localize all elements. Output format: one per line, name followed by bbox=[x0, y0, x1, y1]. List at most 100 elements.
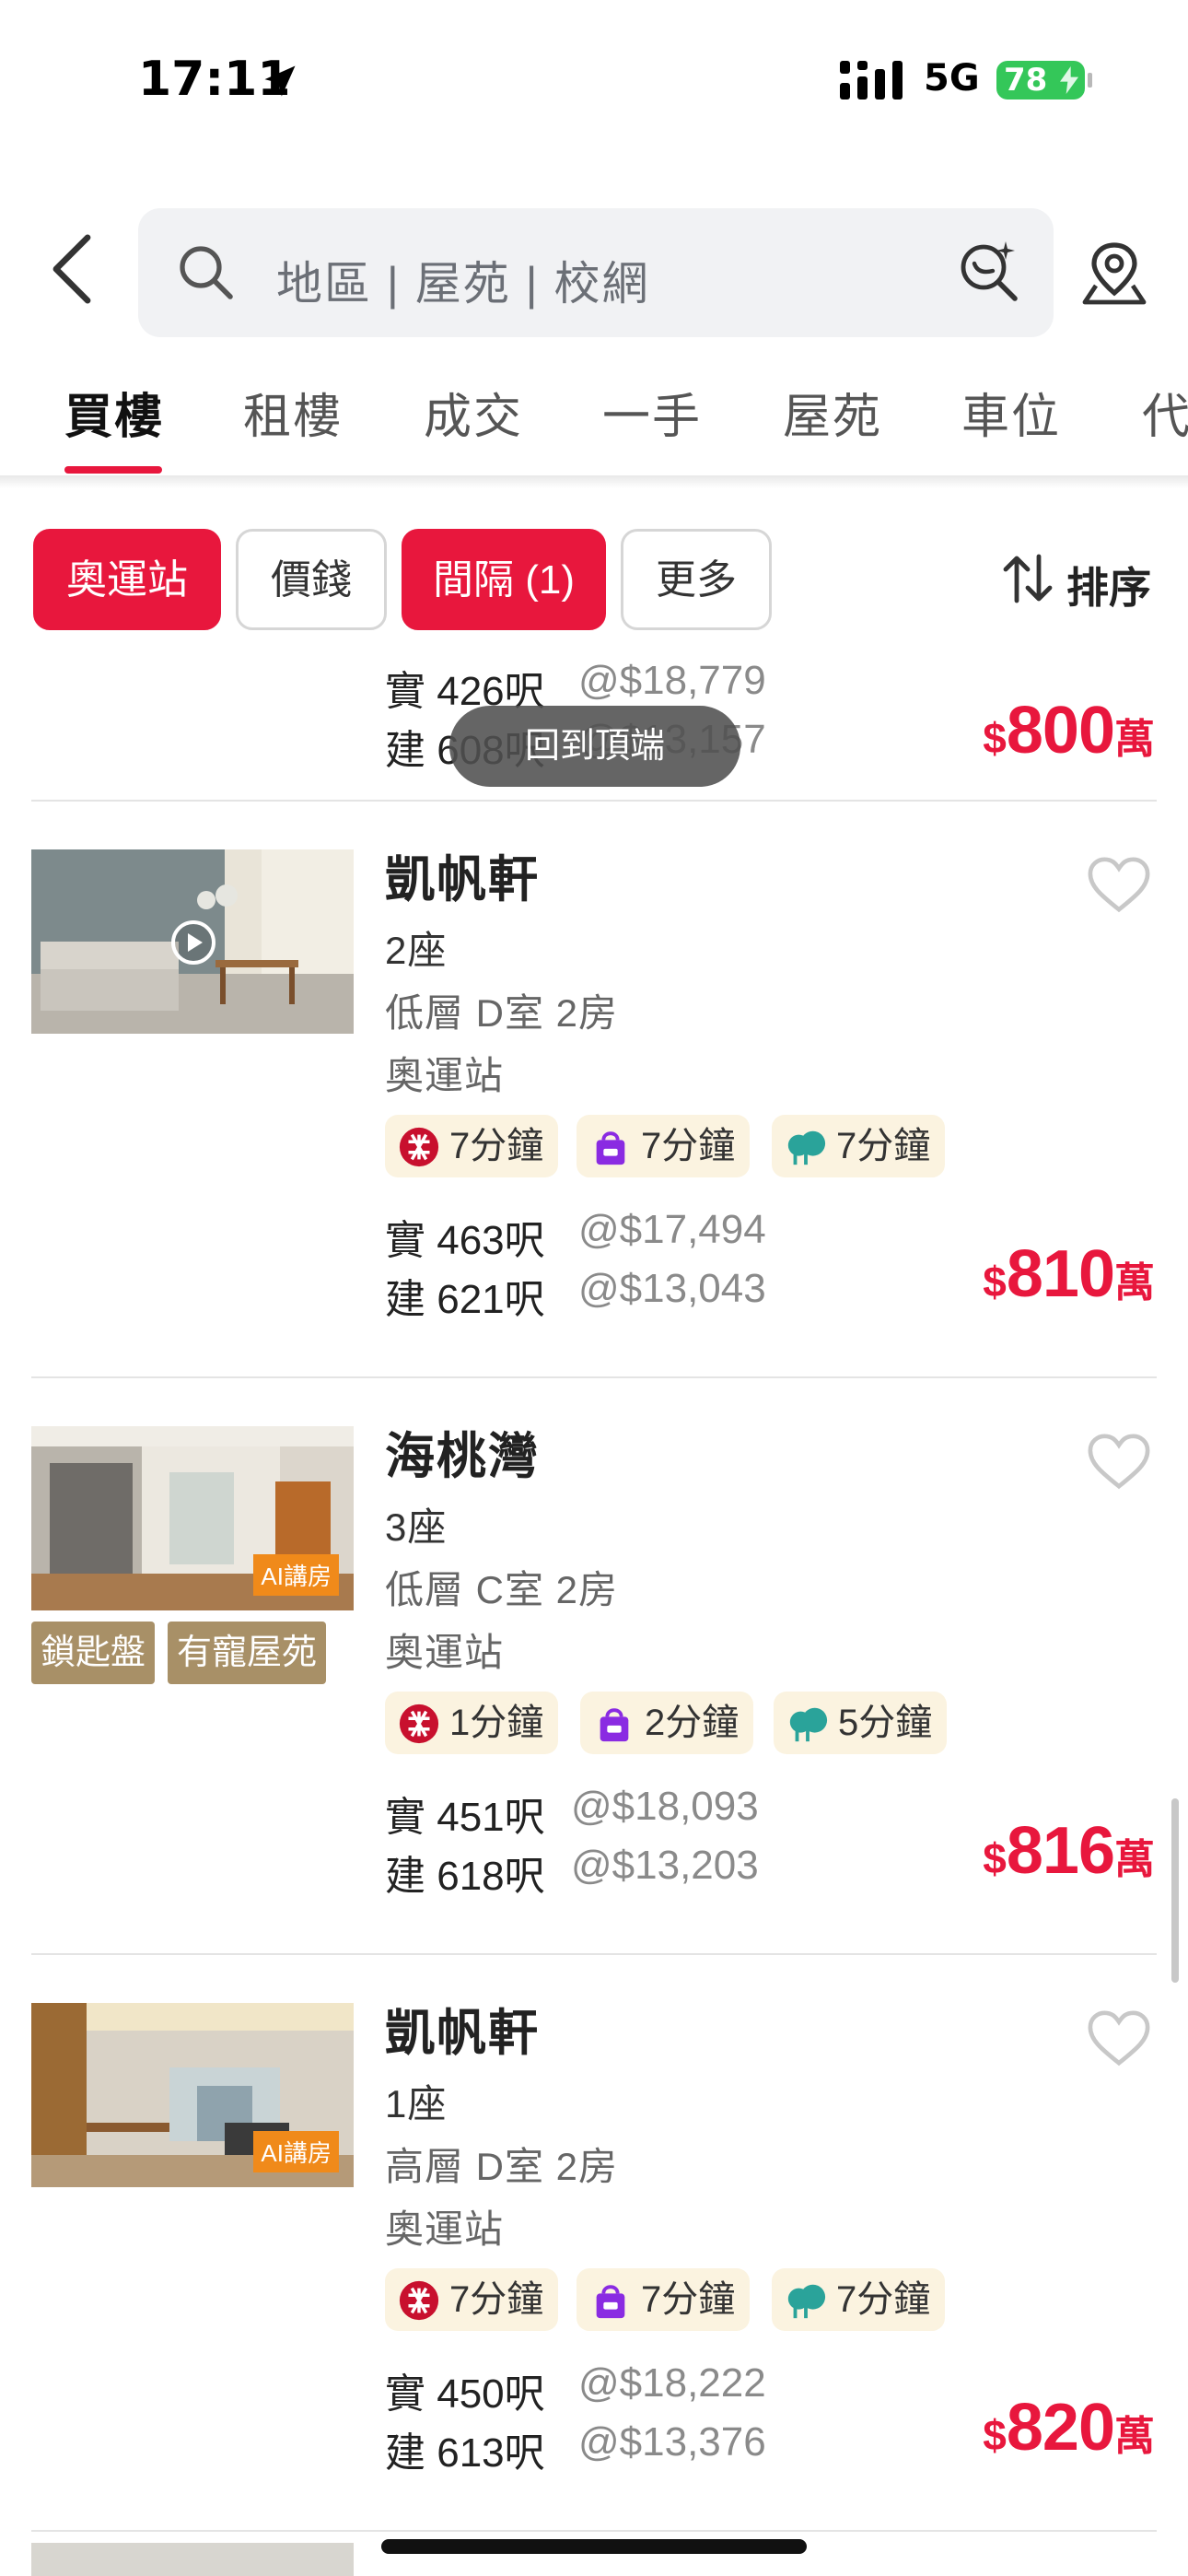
ai-search-icon[interactable] bbox=[956, 238, 1022, 304]
saleable-price-per-foot: @$18,093 bbox=[571, 1784, 759, 1829]
tab-more-partial[interactable]: 代 bbox=[1142, 378, 1188, 447]
saleable-area: 實 451呎 bbox=[385, 1795, 545, 1840]
gross-area: 建 613呎 bbox=[385, 2430, 545, 2476]
listing-price: $816萬 bbox=[983, 1813, 1155, 1889]
gross-area: 建 621呎 bbox=[385, 1277, 545, 1322]
tag-pet-friendly: 有寵屋苑 bbox=[168, 1622, 327, 1684]
shopping-time: 7分鐘 bbox=[641, 1126, 736, 1166]
listing-price: $820萬 bbox=[983, 2390, 1155, 2465]
unit-description: 低層 C室 2房 bbox=[385, 1568, 619, 1611]
price-amount: 816 bbox=[1006, 1814, 1115, 1888]
listing-card[interactable]: AI講房 鎖匙盤 有寵屋苑 海桃灣 3座 低層 C室 2房 奧運站 1分鐘 2分… bbox=[0, 1378, 1188, 1955]
filter-more-chip[interactable]: 更多 bbox=[621, 529, 772, 630]
back-chevron-icon[interactable] bbox=[44, 234, 99, 304]
listing-card[interactable]: AI講房 凱帆軒 1座 高層 D室 2房 奧運站 7分鐘 7分鐘 7分鐘 實 4… bbox=[0, 1955, 1188, 2532]
price-symbol: $ bbox=[983, 1258, 1007, 1306]
play-video-icon[interactable] bbox=[169, 919, 217, 966]
mtr-time-pill: 7分鐘 bbox=[385, 2268, 559, 2331]
listing-list: 實 426呎 @$18,779 建 608呎 @$13,157 $800萬 bbox=[0, 662, 1188, 2576]
gross-area: 建 618呎 bbox=[385, 1854, 545, 1899]
gross-area-line: 建 621呎 @$13,043 bbox=[385, 1266, 766, 1325]
status-bar: 17:11 5G 78 bbox=[0, 0, 1188, 157]
unit-description: 低層 D室 2房 bbox=[385, 991, 619, 1035]
price-unit: 萬 bbox=[1114, 1837, 1155, 1882]
price-unit: 萬 bbox=[1114, 2414, 1155, 2459]
favorite-heart-icon[interactable] bbox=[1087, 1432, 1151, 1491]
list-divider bbox=[31, 2530, 1157, 2532]
station-label: 奧運站 bbox=[385, 1631, 505, 1674]
park-time-pill: 5分鐘 bbox=[774, 1692, 948, 1754]
map-pin-icon[interactable] bbox=[1079, 238, 1149, 308]
price-amount: 810 bbox=[1006, 1237, 1115, 1311]
station-label: 奧運站 bbox=[385, 1054, 505, 1097]
shopping-time-pill: 7分鐘 bbox=[577, 2268, 751, 2331]
network-type: 5G bbox=[924, 57, 980, 100]
sort-label: 排序 bbox=[1066, 564, 1151, 612]
mtr-time: 7分鐘 bbox=[449, 1126, 544, 1166]
park-icon bbox=[789, 1707, 828, 1742]
price-symbol: $ bbox=[983, 2411, 1007, 2459]
tag-key-available: 鎖匙盤 bbox=[31, 1622, 156, 1684]
price-amount: 800 bbox=[1006, 694, 1115, 767]
shopping-bag-icon bbox=[596, 1131, 625, 1165]
tab-rent[interactable]: 租樓 bbox=[243, 378, 343, 447]
saleable-area: 實 450呎 bbox=[385, 2371, 545, 2417]
price-symbol: $ bbox=[983, 1834, 1007, 1882]
tab-parking[interactable]: 車位 bbox=[961, 378, 1061, 447]
next-listing-thumbnail-partial bbox=[31, 2543, 354, 2576]
sort-icon bbox=[1003, 554, 1053, 603]
mtr-time: 7分鐘 bbox=[449, 2279, 544, 2320]
search-bar[interactable]: 地區 | 屋苑 | 校網 bbox=[138, 208, 1054, 337]
scrollbar[interactable] bbox=[1171, 1798, 1179, 1983]
cellular-signal-icon bbox=[840, 61, 903, 100]
filter-layout-chip[interactable]: 間隔 (1) bbox=[402, 529, 606, 630]
filter-bar: 奧運站 價錢 間隔 (1) 更多 排序 bbox=[0, 516, 1188, 645]
tab-buy[interactable]: 買樓 bbox=[64, 378, 164, 447]
saleable-area-line: 實 451呎 @$18,093 bbox=[385, 1784, 759, 1843]
listing-card[interactable]: 凱帆軒 2座 低層 D室 2房 奧運站 7分鐘 7分鐘 7分鐘 實 463呎 @… bbox=[0, 802, 1188, 1378]
saleable-area-line: 實 463呎 @$17,494 bbox=[385, 1207, 766, 1266]
park-time-pill: 7分鐘 bbox=[772, 2268, 946, 2331]
listing-price: $810萬 bbox=[983, 1236, 1155, 1312]
battery-indicator: 78 bbox=[996, 61, 1092, 100]
listing-thumbnail[interactable]: AI講房 bbox=[31, 2003, 354, 2187]
mtr-time-pill: 7分鐘 bbox=[385, 1115, 559, 1177]
listing-price: $800萬 bbox=[983, 693, 1155, 768]
saleable-area-line: 實 450呎 @$18,222 bbox=[385, 2360, 766, 2419]
tab-first-hand[interactable]: 一手 bbox=[602, 378, 702, 447]
mtr-icon bbox=[399, 1704, 439, 1744]
gross-price-per-foot: @$13,203 bbox=[571, 1843, 759, 1888]
gross-price-per-foot: @$13,376 bbox=[578, 2419, 766, 2465]
tab-transactions[interactable]: 成交 bbox=[424, 378, 523, 447]
listing-thumbnail[interactable]: AI講房 bbox=[31, 1426, 354, 1610]
active-tab-indicator bbox=[64, 466, 162, 474]
price-amount: 820 bbox=[1006, 2391, 1115, 2465]
search-input[interactable]: 地區 | 屋苑 | 校網 bbox=[276, 247, 650, 313]
park-icon bbox=[787, 1130, 826, 1165]
park-time: 7分鐘 bbox=[836, 1126, 931, 1166]
saleable-price-per-foot: @$18,779 bbox=[578, 662, 766, 703]
back-to-top-button[interactable]: 回到頂端 bbox=[449, 706, 740, 787]
listing-thumbnail[interactable] bbox=[31, 849, 354, 1034]
ai-tour-badge: AI講房 bbox=[253, 2131, 339, 2172]
estate-name: 凱帆軒 bbox=[385, 852, 540, 907]
filter-price-chip[interactable]: 價錢 bbox=[236, 529, 387, 630]
favorite-heart-icon[interactable] bbox=[1087, 855, 1151, 914]
mtr-time: 1分鐘 bbox=[449, 1703, 544, 1743]
estate-name: 海桃灣 bbox=[385, 1429, 540, 1484]
tab-estates[interactable]: 屋苑 bbox=[783, 378, 882, 447]
search-icon bbox=[180, 246, 233, 299]
price-symbol: $ bbox=[983, 714, 1007, 762]
category-tabs: 買樓 租樓 成交 一手 屋苑 車位 代 bbox=[0, 369, 1188, 479]
mtr-icon bbox=[399, 1127, 439, 1167]
home-indicator[interactable] bbox=[381, 2539, 807, 2554]
mtr-icon bbox=[399, 2280, 439, 2321]
park-time-pill: 7分鐘 bbox=[772, 1115, 946, 1177]
filter-station-chip[interactable]: 奧運站 bbox=[33, 529, 221, 630]
estate-name: 凱帆軒 bbox=[385, 2006, 540, 2061]
favorite-heart-icon[interactable] bbox=[1087, 2008, 1151, 2067]
mtr-time-pill: 1分鐘 bbox=[385, 1692, 559, 1754]
tabs-divider bbox=[0, 475, 1188, 488]
shopping-time-pill: 2分鐘 bbox=[580, 1692, 754, 1754]
block-label: 1座 bbox=[385, 2082, 448, 2125]
